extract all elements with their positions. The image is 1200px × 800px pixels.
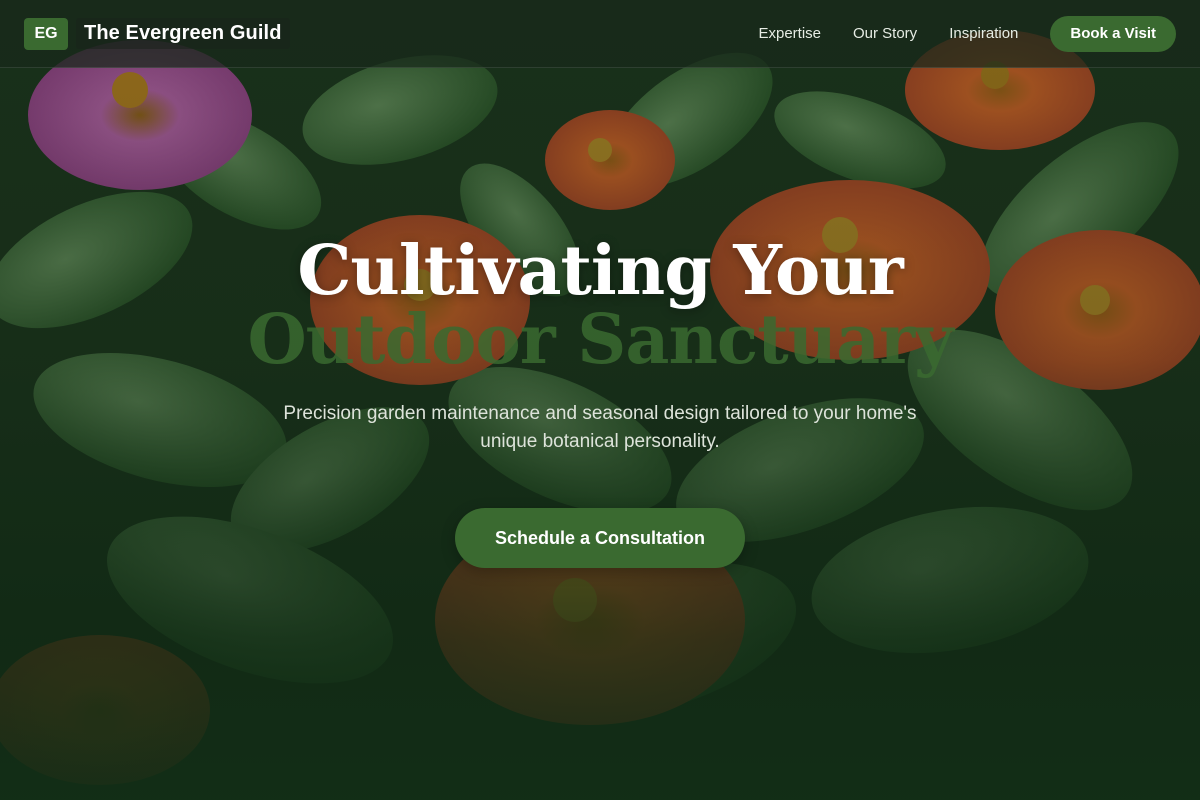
site-header: EG The Evergreen Guild Expertise Our Sto… [0, 0, 1200, 68]
nav-link-expertise[interactable]: Expertise [758, 25, 821, 42]
book-visit-button[interactable]: Book a Visit [1050, 15, 1176, 52]
brand[interactable]: EG The Evergreen Guild [24, 17, 290, 50]
hero-section: Cultivating Your Outdoor Sanctuary Preci… [0, 232, 1200, 568]
main-nav: Expertise Our Story Inspiration Book a V… [758, 15, 1176, 52]
logo-badge[interactable]: EG [24, 17, 68, 50]
hero-title: Cultivating Your Outdoor Sanctuary [0, 232, 1200, 376]
schedule-consultation-button[interactable]: Schedule a Consultation [454, 508, 746, 568]
hero-subtitle: Precision garden maintenance and seasona… [283, 403, 917, 452]
hero-title-line-1: Cultivating Your [297, 231, 903, 311]
nav-link-our-story[interactable]: Our Story [853, 25, 917, 42]
nav-link-inspiration[interactable]: Inspiration [949, 25, 1018, 42]
brand-name[interactable]: The Evergreen Guild [76, 18, 290, 49]
hero-title-line-2: Outdoor Sanctuary [247, 300, 953, 380]
